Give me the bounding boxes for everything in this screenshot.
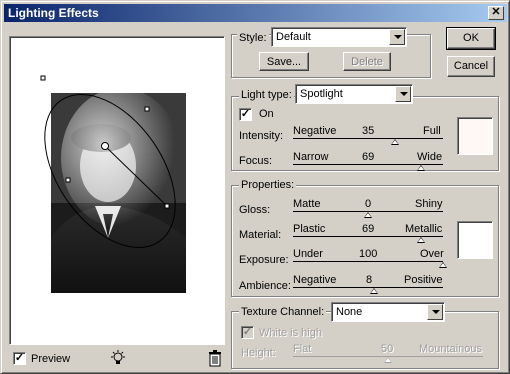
intensity-slider-thumb[interactable]: [391, 139, 399, 145]
texture-channel-label: Texture Channel:: [239, 306, 327, 318]
texture-channel-selected-value: None: [336, 306, 363, 318]
trash-icon[interactable]: [207, 349, 223, 367]
check-mark: ✓: [240, 108, 251, 120]
ok-button[interactable]: OK: [446, 27, 496, 50]
gloss-right-label: Shiny: [415, 198, 443, 210]
intensity-left-label: Negative: [293, 125, 337, 137]
texture-channel-select[interactable]: None: [331, 302, 445, 322]
preview-canvas[interactable]: [11, 38, 223, 343]
light-on-checkbox[interactable]: ✓: [239, 108, 252, 121]
exposure-slider-thumb[interactable]: [439, 262, 447, 268]
material-value: 69: [362, 223, 375, 235]
ambience-left-label: Negative: [293, 274, 337, 286]
delete-style-button: Delete: [343, 52, 391, 71]
exposure-value: 100: [359, 248, 378, 260]
ambience-slider-track[interactable]: [293, 287, 443, 288]
gloss-value: 0: [365, 198, 372, 210]
material-label: Material:: [239, 229, 282, 241]
height-slider-thumb: [384, 357, 392, 363]
material-slider-thumb[interactable]: [416, 237, 425, 243]
light-bulb-icon[interactable]: [109, 349, 127, 367]
height-label: Height:: [241, 347, 276, 359]
light-type-selected-value: Spotlight: [300, 88, 343, 100]
focus-left-label: Narrow: [293, 151, 329, 163]
exposure-slider-track[interactable]: [293, 261, 443, 262]
ambience-value: 8: [366, 274, 373, 286]
exposure-label: Exposure:: [239, 254, 289, 266]
exposure-right-label: Over: [420, 248, 444, 260]
light-type-label: Light type:: [239, 89, 294, 101]
preview-photo: [51, 88, 186, 293]
save-style-button[interactable]: Save...: [259, 52, 309, 71]
check-mark: ✓: [242, 326, 253, 338]
preview-label: Preview: [31, 353, 71, 365]
gloss-label: Gloss:: [239, 204, 271, 216]
close-icon: ✕: [491, 6, 501, 18]
material-left-label: Plastic: [293, 223, 326, 235]
light-type-select[interactable]: Spotlight: [295, 84, 413, 104]
style-selected-value: Default: [276, 31, 311, 43]
height-value: 50: [381, 343, 394, 355]
light-color-swatch[interactable]: [457, 117, 493, 155]
chevron-down-icon[interactable]: [395, 86, 411, 102]
light-on-label: On: [259, 108, 274, 120]
chevron-down-icon[interactable]: [427, 304, 443, 320]
properties-label: Properties:: [239, 179, 297, 191]
style-select[interactable]: Default: [271, 27, 407, 47]
white-is-high-checkbox: ✓: [241, 326, 254, 339]
ambience-slider-thumb[interactable]: [370, 288, 378, 294]
material-right-label: Metallic: [405, 223, 443, 235]
focus-right-label: Wide: [417, 151, 443, 163]
title-bar[interactable]: Lighting Effects ✕: [4, 4, 507, 22]
intensity-right-label: Full: [423, 125, 441, 137]
cancel-button[interactable]: Cancel: [447, 56, 495, 77]
focus-value: 69: [362, 151, 375, 163]
focus-label: Focus:: [239, 155, 273, 167]
chevron-down-icon[interactable]: [389, 29, 405, 45]
intensity-label: Intensity:: [239, 130, 284, 142]
intensity-slider-track[interactable]: [293, 138, 443, 139]
lighting-effects-dialog: Lighting Effects ✕ ✓ Preview Style: Defa…: [0, 0, 510, 374]
properties-color-swatch[interactable]: [457, 221, 493, 259]
gloss-left-label: Matte: [293, 198, 321, 210]
ambience-label: Ambience:: [239, 280, 291, 292]
intensity-value: 35: [362, 125, 375, 137]
close-button[interactable]: ✕: [488, 6, 504, 20]
ambience-right-label: Positive: [404, 274, 443, 286]
white-is-high-label: White is high: [259, 327, 322, 339]
window-title: Lighting Effects: [8, 6, 99, 20]
exposure-left-label: Under: [293, 248, 323, 260]
preview-pane[interactable]: [9, 36, 225, 345]
focus-slider-thumb[interactable]: [416, 165, 425, 171]
height-right-label: Mountainous: [419, 343, 482, 355]
check-mark: ✓: [14, 352, 25, 364]
style-label: Style:: [237, 32, 269, 44]
height-left-label: Flat: [293, 343, 312, 355]
gloss-slider-thumb[interactable]: [364, 212, 372, 218]
preview-checkbox[interactable]: ✓: [13, 352, 26, 365]
